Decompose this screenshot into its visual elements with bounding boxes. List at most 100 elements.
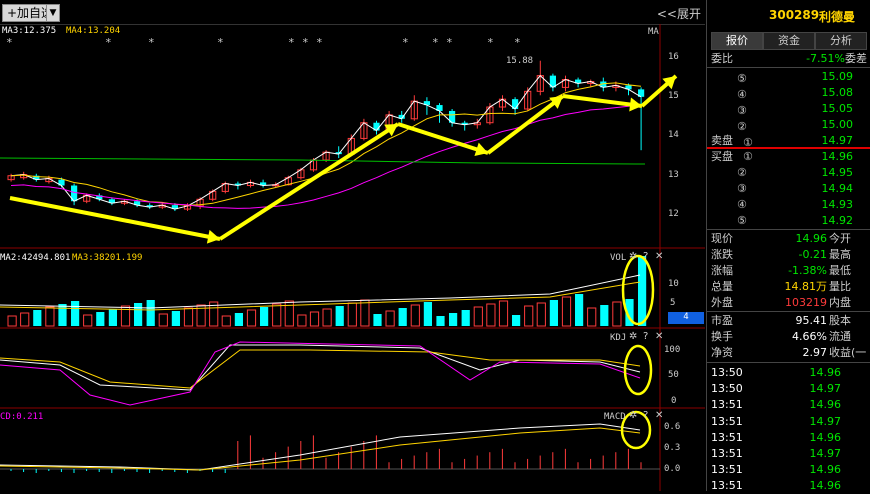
- stat-right-label: 股本: [829, 314, 851, 327]
- signal-marker: *: [288, 36, 295, 49]
- macd-axis-label: 0.0: [664, 464, 681, 474]
- tick-time: 13:51: [711, 430, 743, 444]
- bid-price: 14.93: [821, 198, 854, 211]
- tick-time: 13:51: [711, 447, 743, 460]
- volume-bar: [58, 304, 67, 326]
- stat-row: 总量 14.81万 量比: [707, 279, 870, 295]
- bid-price: 14.92: [821, 214, 854, 227]
- volume-bar: [7, 315, 17, 327]
- tick-row: 13:50 14.97: [707, 381, 870, 397]
- vol-close-icon[interactable]: ✕: [655, 251, 663, 262]
- price-axis-label: 12: [668, 209, 679, 219]
- bid-price: 14.95: [821, 166, 854, 179]
- price-axis-label: 15: [668, 91, 679, 101]
- stat-label: 涨幅: [711, 264, 733, 277]
- tab-analysis[interactable]: 分析: [815, 32, 867, 50]
- tick-price: 14.97: [809, 382, 842, 396]
- kdj-help-icon[interactable]: ?: [643, 331, 648, 342]
- volume-bar: [234, 313, 243, 326]
- signal-marker: *: [487, 36, 494, 49]
- volume-bar: [549, 300, 558, 326]
- volume-bar: [410, 304, 420, 327]
- stat-value: -1.38%: [788, 264, 827, 277]
- tick-row: 13:51 14.97: [707, 446, 870, 462]
- macd-help-icon[interactable]: ?: [643, 410, 648, 421]
- volume-bar: [134, 303, 143, 326]
- macd-dea-line: [0, 427, 641, 471]
- volume-bar: [638, 256, 647, 326]
- volume-bar: [246, 309, 257, 327]
- tick-price: 14.96: [809, 430, 842, 444]
- tick-row: 13:50 14.96: [707, 365, 870, 381]
- tick-time: 13:50: [711, 382, 743, 396]
- ma4-line: [10, 82, 642, 206]
- volume-bar: [398, 308, 407, 326]
- vol-title: VOL: [610, 253, 627, 263]
- volume-bar: [561, 296, 572, 327]
- bid-row: ③ 14.94: [707, 181, 870, 197]
- signal-marker: *: [446, 36, 453, 49]
- chart-area[interactable]: +加自选 ▼ <<展开 * * * * * * * * * * * * MA3:12.375 MA4:…: [0, 0, 705, 491]
- macd-gear-icon[interactable]: ✲: [629, 410, 637, 421]
- tick-row: 13:51 14.96: [707, 397, 870, 413]
- bid-price: 14.94: [821, 182, 854, 195]
- wei-bi-row: 委比 -7.51% 委差: [707, 51, 870, 67]
- macd-axis-label: 0.6: [664, 422, 681, 432]
- ask-price: 15.09: [821, 70, 854, 83]
- kdj-close-icon[interactable]: ✕: [655, 331, 663, 342]
- stat-row: 外盘 103219 内盘: [707, 295, 870, 311]
- volume-bar: [335, 306, 344, 326]
- volume-bar: [108, 309, 117, 326]
- volume-bar: [600, 305, 609, 326]
- stat-right-label: 今开: [829, 232, 851, 245]
- bid-row: ④ 14.93: [707, 197, 870, 213]
- stat-value: 103219: [785, 296, 827, 309]
- volume-bar: [272, 303, 282, 327]
- volume-bar: [524, 305, 534, 327]
- tick-price: 14.96: [809, 366, 842, 379]
- bid-row: ⑤ 14.92: [707, 213, 870, 229]
- ask-row: ④ 15.08: [707, 85, 870, 101]
- stat-value: 14.96: [795, 232, 828, 245]
- signal-marker: *: [6, 36, 13, 49]
- signal-marker: *: [316, 36, 323, 49]
- stat-row: 市盈 95.41 股本: [707, 313, 870, 329]
- ma4-legend: MA4:13.204: [66, 26, 121, 36]
- volume-bar: [183, 307, 194, 327]
- volume-bar: [486, 303, 496, 327]
- quote-header: 300289 利德曼: [707, 0, 870, 30]
- volume-bar: [360, 299, 370, 327]
- vol-axis-label: 5: [670, 298, 676, 308]
- wei-bi-value: -7.51%: [806, 52, 845, 65]
- signal-marker: *: [402, 36, 409, 49]
- sell-label: 卖盘: [711, 134, 733, 147]
- volume-bar: [473, 306, 483, 327]
- tick-row: 13:51 14.96: [707, 430, 870, 446]
- tab-funds[interactable]: 资金: [763, 32, 815, 50]
- stat-row: 净资 2.97 收益(一: [707, 345, 870, 361]
- tab-quote[interactable]: 报价: [711, 32, 763, 50]
- volume-bar: [347, 302, 357, 327]
- highlight-circle: [623, 344, 653, 396]
- macd-axis-label: 0.3: [664, 443, 681, 453]
- trend-arrow: [9, 196, 221, 241]
- price-axis-label: 13: [668, 170, 679, 180]
- vol-gear-icon[interactable]: ✲: [629, 251, 637, 262]
- vol-help-icon[interactable]: ?: [643, 251, 648, 262]
- ma-green-line: [0, 157, 646, 165]
- volume-bar: [385, 310, 395, 327]
- kline-chart-svg[interactable]: * * * * * * * * * * * *: [0, 0, 705, 491]
- trend-arrow: [218, 122, 400, 241]
- volume-bar: [260, 307, 269, 326]
- stat-label: 总量: [711, 280, 733, 293]
- volume-bar: [436, 316, 445, 326]
- bid-level: ③: [737, 182, 747, 195]
- stat-label: 涨跌: [711, 248, 733, 261]
- kdj-k-line: [0, 344, 641, 391]
- macd-close-icon[interactable]: ✕: [655, 410, 663, 421]
- tick-price: 14.96: [809, 479, 842, 493]
- price-axis-label: 16: [668, 52, 679, 62]
- stock-name: 利德曼: [819, 10, 856, 24]
- kdj-gear-icon[interactable]: ✲: [629, 331, 637, 342]
- stat-label: 净资: [711, 346, 733, 359]
